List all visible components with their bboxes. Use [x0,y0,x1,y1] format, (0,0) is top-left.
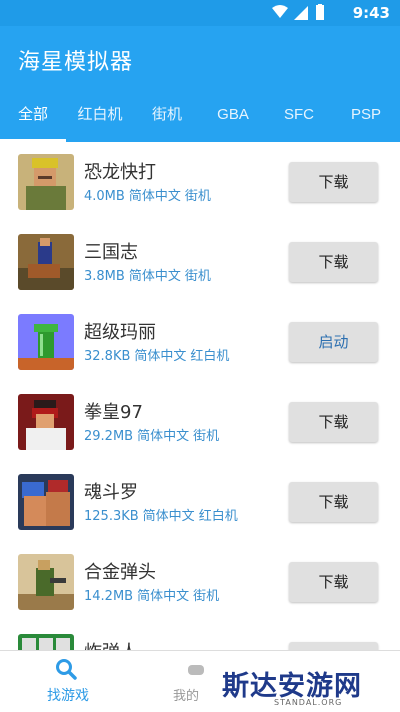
category-tabs: 全部 红白机 街机 GBA SFC PSP [0,100,400,142]
game-meta: 3.8MB 简体中文 街机 [84,269,211,284]
status-bar: 9:43 [0,0,400,26]
list-item[interactable]: 三国志 3.8MB 简体中文 街机 下载 [0,222,400,303]
tab-all[interactable]: 全部 [0,100,66,142]
list-item[interactable]: 炸弹人 下载 [0,622,400,650]
game-meta: 32.8KB 简体中文 红白机 [84,349,230,364]
game-thumbnail [18,314,74,370]
app-title: 海星模拟器 [18,50,134,75]
app-bar: 海星模拟器 全部 红白机 街机 GBA SFC PSP [0,26,400,142]
game-meta: 4.0MB 简体中文 街机 [84,189,211,204]
watermark-subtext: STANDAL.ORG [274,698,343,707]
game-thumbnail [18,234,74,290]
nav-find-games[interactable]: 找游戏 [18,651,118,712]
download-button[interactable]: 下载 [289,162,378,202]
game-title: 超级玛丽 [84,322,156,343]
tab-psp[interactable]: PSP [332,100,400,142]
start-button[interactable]: 启动 [289,322,378,362]
site-watermark: 斯达安游网 STANDAL.ORG [222,664,372,709]
download-button[interactable]: 下载 [289,402,378,442]
download-button[interactable]: 下载 [289,562,378,602]
tab-fc[interactable]: 红白机 [66,100,134,142]
tab-sfc[interactable]: SFC [266,100,332,142]
download-button[interactable]: 下载 [289,242,378,282]
game-meta: 14.2MB 简体中文 街机 [84,589,220,604]
game-title: 炸弹人 [84,638,138,650]
tab-arcade[interactable]: 街机 [134,100,200,142]
list-item[interactable]: 拳皇97 29.2MB 简体中文 街机 下载 [0,382,400,463]
tab-gba[interactable]: GBA [200,100,266,142]
nav-mine-label: 我的 [173,689,200,704]
signal-icon [294,6,308,20]
game-thumbnail [18,394,74,450]
search-icon [56,659,77,680]
wifi-icon [272,5,288,18]
status-time: 9:43 [352,4,390,22]
list-item[interactable]: 恐龙快打 4.0MB 简体中文 街机 下载 [0,142,400,223]
game-meta: 29.2MB 简体中文 街机 [84,429,220,444]
game-title: 拳皇97 [84,402,143,423]
game-thumbnail [18,634,74,650]
download-button[interactable]: 下载 [289,642,378,650]
game-list: 恐龙快打 4.0MB 简体中文 街机 下载 三国志 3.8MB 简体中文 街机 下载 超… [0,142,400,650]
gamepad-icon [188,665,204,675]
nav-find-label: 找游戏 [47,688,89,704]
game-thumbnail [18,554,74,610]
game-title: 恐龙快打 [84,162,156,183]
download-button[interactable]: 下载 [289,482,378,522]
game-title: 合金弹头 [84,562,156,583]
game-title: 魂斗罗 [84,482,138,503]
game-thumbnail [18,154,74,210]
list-item[interactable]: 超级玛丽 32.8KB 简体中文 红白机 启动 [0,302,400,383]
battery-icon [316,4,324,20]
game-title: 三国志 [84,242,138,263]
status-icons [272,4,324,20]
game-thumbnail [18,474,74,530]
game-meta: 125.3KB 简体中文 红白机 [84,509,238,524]
list-item[interactable]: 合金弹头 14.2MB 简体中文 街机 下载 [0,542,400,623]
list-item[interactable]: 魂斗罗 125.3KB 简体中文 红白机 下载 [0,462,400,543]
